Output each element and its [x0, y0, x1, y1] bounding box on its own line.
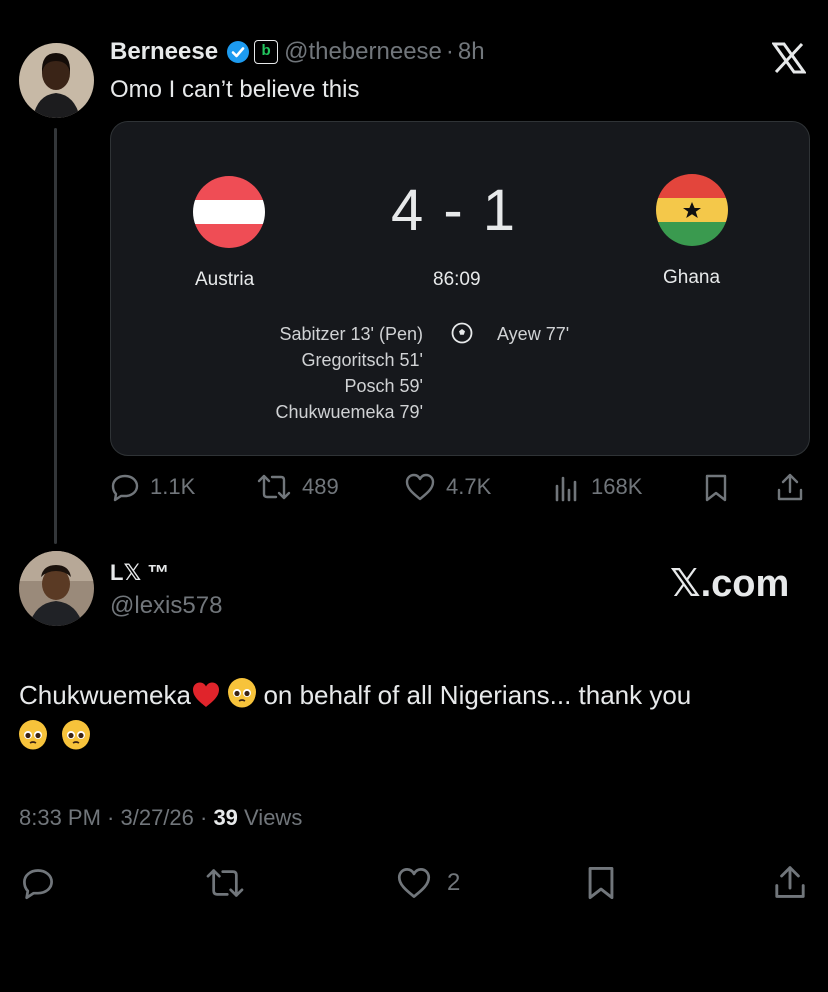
reply-icon: [111, 474, 139, 502]
reply-text: Chukwuemeka on behalf of all Nigerians..…: [19, 674, 809, 758]
reply-author-handle[interactable]: @lexis578: [110, 592, 222, 620]
bookmark-icon[interactable]: [703, 474, 729, 507]
home-scorer: Gregoritsch 51': [301, 350, 424, 370]
away-scorer: Ayew 77': [497, 324, 570, 344]
reply-count: 1.1K: [150, 474, 196, 499]
views-button[interactable]: 168K: [553, 472, 642, 502]
soccer-ball-icon: [451, 322, 473, 344]
tweet-text: Omo I can’t believe this: [110, 76, 360, 103]
match-clock: 86:09: [433, 269, 481, 290]
reply-reply-button[interactable]: [20, 866, 56, 905]
pleading-face-emoji: [62, 720, 91, 750]
verified-badge-icon: [226, 40, 250, 64]
tweet-header: Berneese b @theberneese · 8h: [110, 38, 485, 66]
reply-text-part2: on behalf of all Nigerians... thank you: [256, 680, 692, 710]
reply-retweet-button[interactable]: [204, 866, 246, 905]
retweet-count: 489: [302, 474, 339, 499]
retweet-icon: [257, 474, 291, 500]
home-scorer: Sabitzer 13' (Pen): [279, 324, 423, 344]
reply-icon: [23, 869, 53, 900]
match-score: 4 - 1: [391, 178, 518, 243]
reply-meta: 8:33 PM · 3/27/26 · 39 Views: [19, 805, 302, 831]
reply-bookmark-icon[interactable]: [585, 866, 617, 905]
pleading-face-emoji: [19, 720, 47, 750]
thread-connector-line: [54, 128, 57, 544]
heart-icon: [405, 473, 435, 501]
match-card[interactable]: Austria 4 - 1 86:09 Ghana Sabitzer 13' (…: [110, 121, 810, 456]
reply-button[interactable]: 1.1K: [110, 472, 195, 502]
author-name[interactable]: Berneese: [110, 38, 218, 66]
author-handle[interactable]: @theberneese: [284, 38, 442, 66]
xcom-brand-logo: 𝕏.com: [670, 563, 790, 605]
affiliate-badge-letter: b: [261, 42, 271, 59]
away-team-name: Ghana: [663, 267, 721, 288]
retweet-button[interactable]: 489: [256, 472, 339, 502]
like-button[interactable]: 4.7K: [404, 472, 491, 502]
like-count: 4.7K: [446, 474, 492, 499]
lexis-avatar[interactable]: [19, 551, 94, 626]
berneese-avatar[interactable]: [19, 43, 94, 118]
x-logo-icon[interactable]: [771, 42, 807, 74]
reply-like-count: 2: [447, 869, 461, 896]
affiliate-badge-icon[interactable]: b: [254, 40, 279, 64]
share-icon[interactable]: [776, 472, 804, 507]
separator-dot: ·: [445, 38, 454, 65]
reply-views-count: 39: [213, 805, 238, 830]
austria-flag-icon: [193, 176, 265, 248]
red-heart-emoji: [191, 680, 221, 710]
views-chart-icon: [555, 476, 577, 502]
ghana-flag-icon: [656, 174, 728, 246]
home-team-name: Austria: [195, 269, 255, 290]
retweet-icon: [206, 869, 244, 897]
view-count: 168K: [591, 474, 643, 499]
reply-timestamp[interactable]: 8:33 PM · 3/27/26 ·: [19, 805, 213, 830]
reply-author-name[interactable]: L𝕏 ™: [110, 560, 169, 586]
pleading-face-emoji: [228, 678, 257, 708]
heart-icon: [397, 868, 431, 898]
home-scorer: Chukwuemeka 79': [275, 402, 423, 422]
reply-views-label: Views: [237, 805, 303, 830]
home-scorer: Posch 59': [344, 376, 424, 396]
reply-text-part1: Chukwuemeka: [19, 680, 191, 710]
tweet-time[interactable]: 8h: [458, 38, 485, 66]
reply-like-button[interactable]: 2: [395, 866, 460, 900]
reply-share-icon[interactable]: [773, 864, 807, 905]
